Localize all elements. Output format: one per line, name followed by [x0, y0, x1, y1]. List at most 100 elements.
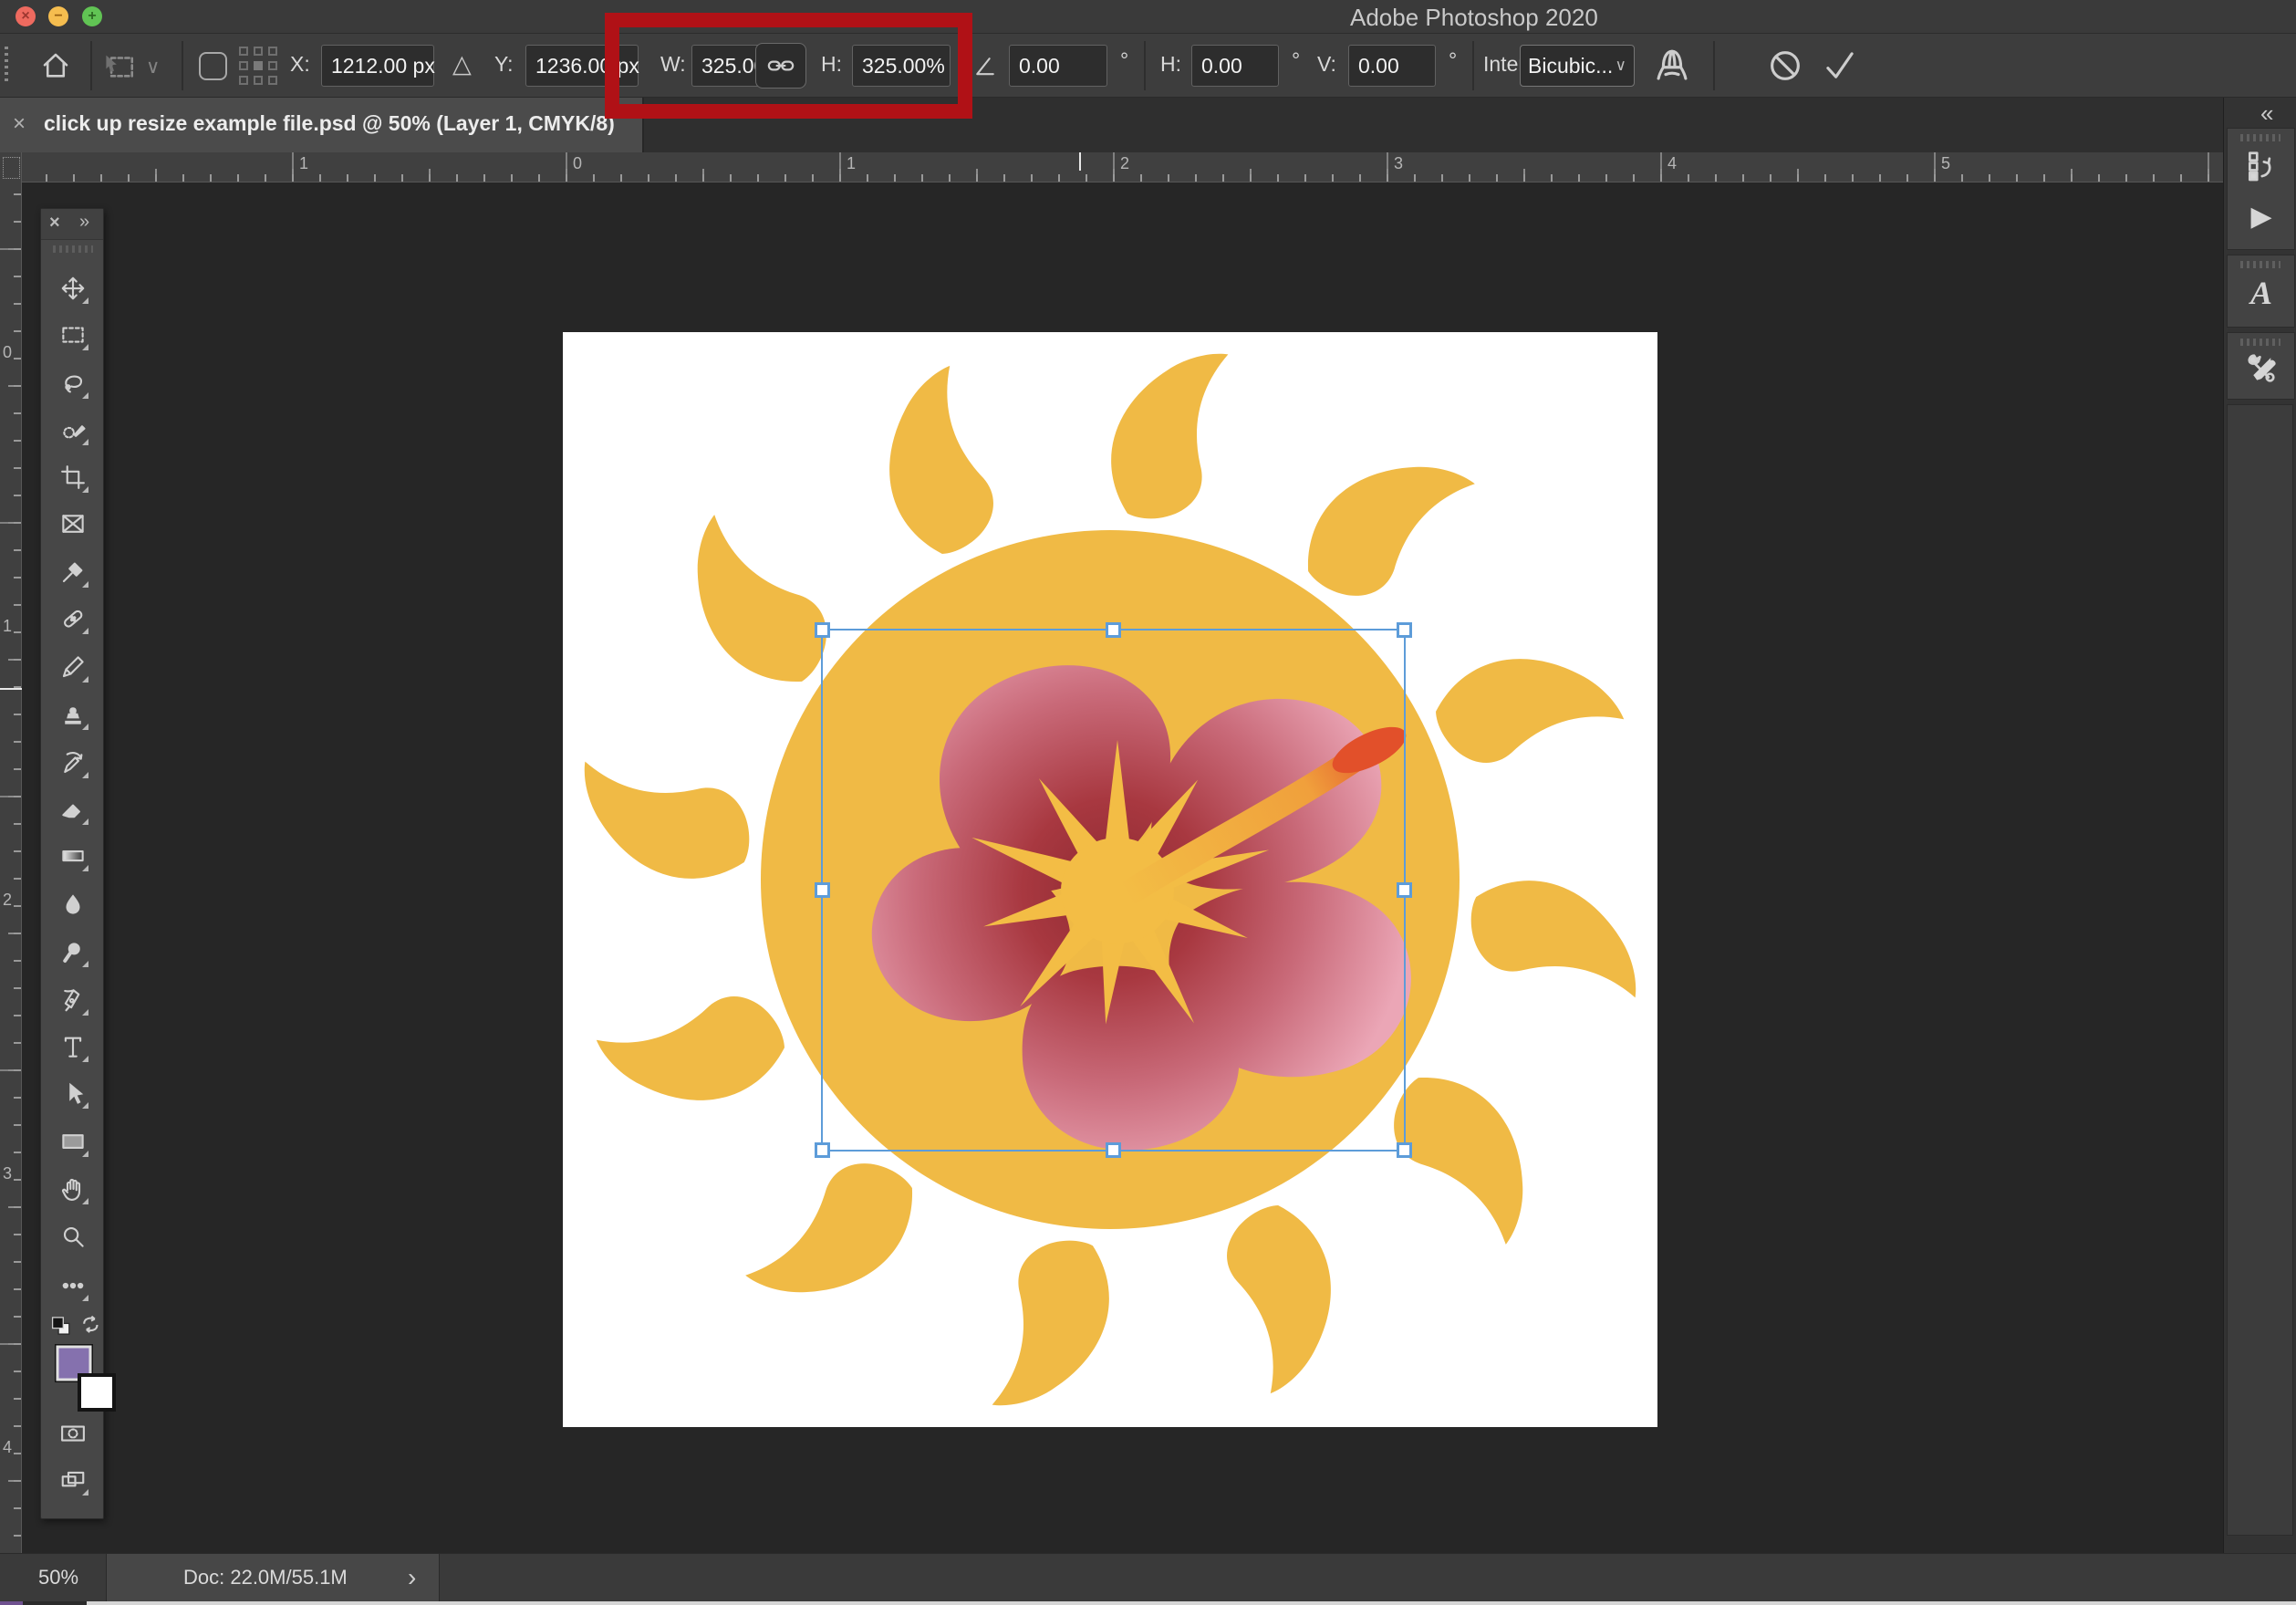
- transform-handle-top-left[interactable]: [815, 622, 830, 638]
- ruler-position-marker: [1079, 152, 1081, 171]
- edit-toolbar-icon[interactable]: [57, 1269, 89, 1302]
- healing-brush-tool[interactable]: [57, 602, 89, 635]
- ruler-position-marker: [0, 688, 22, 690]
- expand-panel-icon[interactable]: »: [79, 212, 89, 233]
- background-color-swatch[interactable]: [78, 1373, 116, 1412]
- transform-handle-bottom-right[interactable]: [1397, 1142, 1412, 1158]
- gradient-tool[interactable]: [57, 839, 89, 872]
- dock-empty-panel-area: [2227, 404, 2293, 1536]
- tools-panel: × »: [40, 208, 116, 1519]
- blur-tool[interactable]: [57, 888, 89, 921]
- zoom-level-field[interactable]: 50%: [38, 1566, 78, 1589]
- chevron-right-icon[interactable]: ›: [408, 1563, 416, 1592]
- cancel-transform-icon[interactable]: [1766, 47, 1804, 85]
- relative-position-delta-icon[interactable]: △: [452, 50, 472, 78]
- panel-grip[interactable]: [2240, 339, 2280, 346]
- transform-handle-bottom-center[interactable]: [1105, 1142, 1121, 1158]
- hand-tool[interactable]: [57, 1172, 89, 1205]
- close-icon[interactable]: ×: [49, 213, 60, 234]
- transform-handle-middle-right[interactable]: [1397, 881, 1412, 898]
- tools-panel-grip[interactable]: [53, 245, 93, 253]
- zoom-tool[interactable]: [57, 1220, 89, 1253]
- lasso-tool[interactable]: [57, 367, 89, 400]
- reference-point-locator[interactable]: [239, 47, 279, 87]
- ruler-label: 2: [1120, 154, 1130, 172]
- tool-preset-caret[interactable]: ∨: [146, 56, 160, 78]
- document-tab[interactable]: × click up resize example file.psd @ 50%…: [0, 98, 644, 152]
- interpolation-value: Bicubic...: [1528, 54, 1614, 78]
- frame-tool[interactable]: [57, 507, 89, 540]
- horizontal-skew-field[interactable]: 0.00: [1191, 45, 1279, 87]
- toggle-reference-point-checkbox[interactable]: [199, 52, 227, 80]
- options-bar-grip[interactable]: [5, 47, 8, 85]
- ruler-label: 1: [3, 617, 13, 635]
- horizontal-ruler: 1 0 1 2 3 4 5: [0, 152, 2223, 182]
- x-position-field[interactable]: 1212.00 px: [321, 45, 435, 87]
- screen-mode-button[interactable]: [57, 1464, 89, 1496]
- rectangle-shape-tool[interactable]: [57, 1125, 89, 1158]
- ruler-origin-box[interactable]: [0, 152, 22, 182]
- separator: [182, 41, 183, 90]
- eraser-tool[interactable]: [57, 793, 89, 826]
- panel-grip[interactable]: [2240, 134, 2280, 141]
- pen-tool[interactable]: [57, 984, 89, 1016]
- eyedropper-tool[interactable]: [57, 556, 89, 589]
- x-label: X:: [290, 52, 310, 76]
- commit-transform-icon[interactable]: [1821, 47, 1859, 85]
- glyphs-panel-icon[interactable]: A: [2244, 276, 2279, 310]
- vertical-skew-field[interactable]: 0.00: [1348, 45, 1436, 87]
- collapse-dock-icon[interactable]: «: [2260, 99, 2274, 128]
- move-tool[interactable]: [57, 272, 89, 305]
- document-size-box[interactable]: Doc: 22.0M/55.1M ›: [106, 1554, 440, 1602]
- rotation-field[interactable]: 0.00: [1009, 45, 1107, 87]
- transform-handle-top-right[interactable]: [1397, 622, 1412, 638]
- transform-handle-top-center[interactable]: [1105, 622, 1121, 638]
- actions-panel-icon[interactable]: ▶: [2244, 200, 2279, 234]
- transform-handle-bottom-left[interactable]: [815, 1142, 830, 1158]
- path-selection-tool[interactable]: [57, 1077, 89, 1110]
- interpolation-dropdown[interactable]: Bicubic... ∨: [1520, 45, 1635, 87]
- warp-mode-icon[interactable]: [1653, 47, 1691, 85]
- panel-group-tool-presets: [2227, 332, 2295, 400]
- tools-panel-header[interactable]: × »: [41, 209, 103, 240]
- transform-options-bar: ∨ X: 1212.00 px △ Y: 1236.00 px W: 325.0…: [0, 34, 2296, 98]
- rectangular-marquee-tool[interactable]: [57, 318, 89, 351]
- v-skew-degree-unit: °: [1449, 48, 1458, 72]
- close-window-button[interactable]: ×: [16, 6, 36, 26]
- ruler-label: 1: [847, 154, 857, 172]
- separator: [1472, 41, 1474, 90]
- rotation-degree-unit: °: [1120, 48, 1129, 72]
- title-bar: × − + Adobe Photoshop 2020: [0, 0, 2296, 34]
- zoom-window-button[interactable]: +: [82, 6, 102, 26]
- brush-tool[interactable]: [57, 651, 89, 683]
- y-label: Y:: [494, 52, 514, 76]
- annotation-highlight-box: [605, 13, 972, 119]
- dodge-tool[interactable]: [57, 935, 89, 968]
- swap-colors-icon[interactable]: [79, 1313, 103, 1337]
- tool-presets-panel-icon[interactable]: [2244, 351, 2279, 386]
- type-tool[interactable]: [57, 1030, 89, 1063]
- window-title: Adobe Photoshop 2020: [1350, 4, 1598, 31]
- horizontal-skew-label: H:: [1160, 52, 1181, 76]
- free-transform-bounding-box[interactable]: [815, 622, 1412, 1158]
- history-panel-icon[interactable]: [2244, 149, 2279, 183]
- minimize-window-button[interactable]: −: [48, 6, 68, 26]
- clone-stamp-tool[interactable]: [57, 698, 89, 731]
- photoshop-window: × − + Adobe Photoshop 2020 ∨ X: 1212.00 …: [0, 0, 2296, 1605]
- home-icon[interactable]: [40, 50, 71, 81]
- rotation-angle-icon: [976, 57, 994, 76]
- object-selection-tool[interactable]: [57, 413, 89, 446]
- move-tool-preset-icon[interactable]: [102, 50, 139, 81]
- h-skew-degree-unit: °: [1292, 48, 1301, 72]
- ruler-label: 5: [1941, 154, 1951, 172]
- canvas-workspace[interactable]: × »: [22, 182, 2223, 1553]
- crop-tool[interactable]: [57, 461, 89, 494]
- panel-grip[interactable]: [2240, 261, 2280, 268]
- close-tab-icon[interactable]: ×: [13, 111, 26, 137]
- default-colors-icon[interactable]: [50, 1315, 74, 1337]
- transform-handle-middle-left[interactable]: [815, 881, 830, 898]
- history-brush-tool[interactable]: [57, 746, 89, 779]
- ruler-label: 4: [1667, 154, 1678, 172]
- quick-mask-mode-button[interactable]: [57, 1417, 89, 1450]
- bottom-edge-light-strip: [87, 1601, 2296, 1605]
